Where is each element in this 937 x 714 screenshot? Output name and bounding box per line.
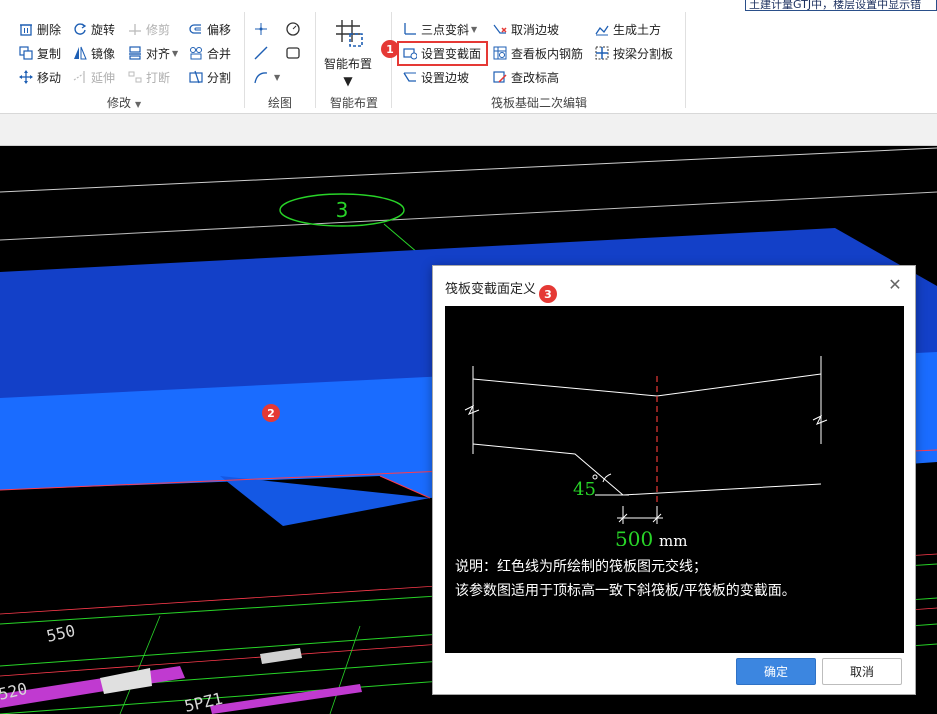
merge-label: 合并 (207, 46, 232, 61)
split-by-beam-button[interactable]: 按梁分割板 (594, 43, 673, 63)
sub-toolbar (0, 114, 937, 146)
draw-rect-button[interactable] (285, 43, 304, 63)
generate-earthwork-icon (594, 21, 610, 37)
cancel-slope-icon (492, 21, 508, 37)
note-line-1: 说明：红色线为所绘制的筏板图元交线； (455, 559, 707, 575)
trim-label: 修剪 (146, 22, 171, 37)
section-diagram: 45 500 mm 说明：红色线为所绘制的筏板图元交线； 该参数图适用于顶标高一… (445, 306, 904, 653)
set-slope-label: 设置边坡 (421, 70, 470, 85)
section-drawing: 45 500 mm (464, 356, 828, 551)
trim-icon (127, 21, 143, 37)
axis-label: 3 (336, 198, 349, 222)
copy-icon (18, 45, 34, 61)
width-unit: mm (659, 532, 687, 546)
smart-layout-icon (332, 16, 364, 51)
smart-layout-label: 智能布置 (323, 57, 372, 71)
extend-label: 延伸 (91, 70, 116, 85)
close-icon[interactable]: ✕ (885, 275, 905, 295)
copy-label: 复制 (37, 46, 62, 61)
move-label: 移动 (37, 70, 62, 85)
view-rebar-label: 查看板内钢筋 (511, 46, 584, 61)
break-button[interactable]: 打断 (127, 67, 170, 87)
width-value: 500 (615, 527, 653, 546)
note-line-2: 该参数图适用于顶标高一致下斜筏板/平筏板的变截面。 (455, 583, 796, 599)
separator (391, 12, 392, 108)
break-icon (127, 69, 143, 85)
generate-earthwork-button[interactable]: 生成土方 (594, 19, 661, 39)
modify-group-label[interactable]: 修改 ▼ (107, 94, 141, 111)
edit-elevation-label: 查改标高 (511, 70, 560, 85)
mirror-label: 镜像 (91, 46, 116, 61)
draw-line-button[interactable] (253, 43, 272, 63)
dialog-title: 筏板变截面定义 (445, 282, 537, 297)
angle-value: 45 (573, 479, 596, 500)
split-by-beam-label: 按梁分割板 (613, 46, 674, 61)
cancel-button[interactable]: 取消 (822, 658, 902, 685)
app-window: 删除 旋转 修剪 偏移 复制 镜像 对齐 ▼ 合并 移动 延伸 打断 分割 修改… (0, 0, 937, 714)
offset-label: 偏移 (207, 22, 232, 37)
delete-icon (18, 21, 34, 37)
mirror-button[interactable]: 镜像 (72, 43, 115, 63)
step-badge-2: 2 (262, 404, 280, 422)
rotate-button[interactable]: 旋转 (72, 19, 115, 39)
draw-point-button[interactable] (253, 19, 272, 39)
rectangle-icon (285, 45, 301, 61)
split-button[interactable]: 分割 (188, 67, 231, 87)
arc-icon (253, 69, 269, 85)
point-icon (253, 21, 269, 37)
split-icon (188, 69, 204, 85)
offset-icon (188, 21, 204, 37)
delete-button[interactable]: 删除 (18, 19, 61, 39)
split-by-beam-icon (594, 45, 610, 61)
generate-earthwork-label: 生成土方 (613, 22, 662, 37)
copy-button[interactable]: 复制 (18, 43, 61, 63)
delete-label: 删除 (37, 22, 62, 37)
set-slope-icon (402, 69, 418, 85)
rotate-icon (72, 21, 88, 37)
separator (244, 12, 245, 108)
draw-arc-button[interactable]: ▼ (253, 67, 280, 87)
step-badge-1: 1 (381, 40, 399, 58)
extend-button[interactable]: 延伸 (72, 67, 115, 87)
cancel-slope-label: 取消边坡 (511, 22, 560, 37)
smart-layout-button[interactable]: 智能布置 ▼ (320, 16, 376, 88)
circle-icon (285, 21, 301, 37)
step-badge-3: 3 (539, 285, 557, 303)
three-point-slope-label: 三点变斜 (421, 22, 470, 37)
rotate-label: 旋转 (91, 22, 116, 37)
mirror-icon (72, 45, 88, 61)
view-rebar-button[interactable]: 查看板内钢筋 (492, 43, 583, 63)
highlight-box (397, 41, 488, 66)
edit-elevation-button[interactable]: 查改标高 (492, 67, 559, 87)
draw-circle-button[interactable] (285, 19, 304, 39)
smart-group-label: 智能布置 (330, 96, 379, 110)
cancel-slope-button[interactable]: 取消边坡 (492, 19, 559, 39)
move-icon (18, 69, 34, 85)
break-label: 打断 (146, 70, 171, 85)
draw-group-label: 绘图 (268, 96, 293, 110)
align-button[interactable]: 对齐 ▼ (127, 43, 178, 63)
ribbon-toolbar: 删除 旋转 修剪 偏移 复制 镜像 对齐 ▼ 合并 移动 延伸 打断 分割 修改… (0, 0, 937, 114)
separator (685, 12, 686, 108)
ok-button[interactable]: 确定 (736, 658, 816, 685)
merge-button[interactable]: 合并 (188, 43, 231, 63)
align-label: 对齐 (146, 46, 171, 61)
separator (315, 12, 316, 108)
extend-icon (72, 69, 88, 85)
variable-section-dialog: 筏板变截面定义 3 ✕ 45 500 mm 说明：红色线为所绘制的筏板图元交线；… (432, 265, 916, 695)
merge-icon (188, 45, 204, 61)
move-button[interactable]: 移动 (18, 67, 61, 87)
trim-button[interactable]: 修剪 (127, 19, 170, 39)
edit-elevation-icon (492, 69, 508, 85)
view-rebar-icon (492, 45, 508, 61)
align-icon (127, 45, 143, 61)
line-icon (253, 45, 269, 61)
set-slope-button[interactable]: 设置边坡 (402, 67, 469, 87)
three-point-slope-button[interactable]: 三点变斜 ▼ (402, 19, 477, 39)
notice-banner: 土建计量GTJ中，楼层设置中显示错 (745, 0, 937, 11)
three-point-slope-icon (402, 21, 418, 37)
raft-group-label: 筏板基础二次编辑 (491, 96, 588, 110)
offset-button[interactable]: 偏移 (188, 19, 231, 39)
split-label: 分割 (207, 70, 232, 85)
